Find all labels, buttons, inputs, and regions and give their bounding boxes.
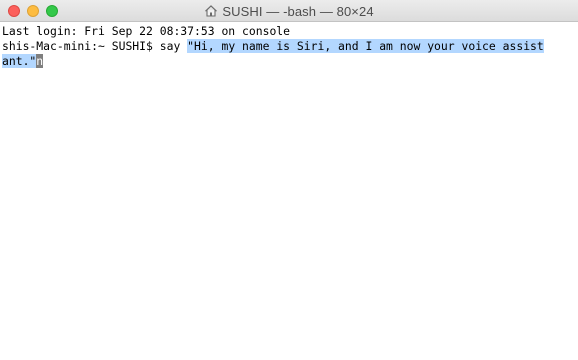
window-title: SUSHI — -bash — 80×24 [0,0,578,22]
window-title-text: SUSHI — -bash — 80×24 [222,3,374,19]
text-cursor: n [36,54,44,68]
command-line-wrap: ant."n [2,54,578,69]
title-bar[interactable]: SUSHI — -bash — 80×24 [0,0,578,22]
terminal-window: SUSHI — -bash — 80×24 Last login: Fri Se… [0,0,578,360]
shell-prompt: shis-Mac-mini:~ SUSHI$ [2,39,160,53]
selected-text-line-2[interactable]: ant." [2,54,37,68]
selected-text-line-1[interactable]: "Hi, my name is Siri, and I am now your … [187,39,544,53]
terminal-content[interactable]: Last login: Fri Sep 22 08:37:53 on conso… [0,22,578,360]
command-text: say [159,39,188,53]
home-folder-icon [205,5,218,17]
command-line: shis-Mac-mini:~ SUSHI$ say "Hi, my name … [2,39,578,54]
login-line: Last login: Fri Sep 22 08:37:53 on conso… [2,24,291,38]
